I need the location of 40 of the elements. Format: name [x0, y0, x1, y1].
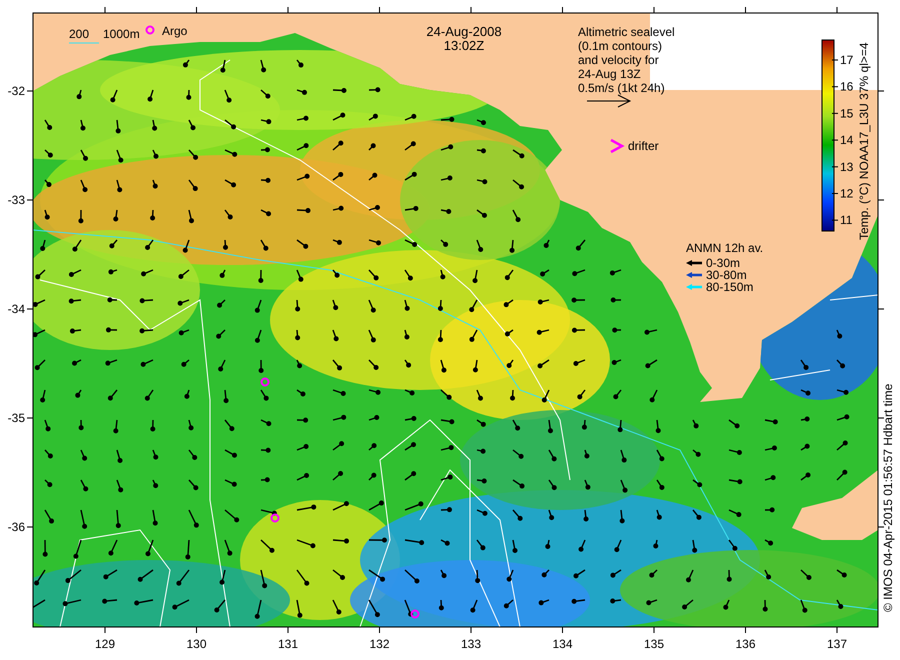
x-axis-label: 137 — [826, 637, 848, 651]
colorbar-label: 16 — [840, 80, 854, 94]
y-axis-label: -36 — [8, 520, 25, 534]
x-axis-label: 130 — [186, 637, 207, 651]
argo-float-icon — [410, 610, 420, 618]
drifter-icon — [610, 138, 625, 154]
y-axis-label: -34 — [8, 302, 25, 316]
x-axis-label: 134 — [552, 637, 573, 651]
argo-float-icon — [260, 378, 270, 386]
y-axis-label: -33 — [8, 193, 25, 207]
anmn-legend-title: ANMN 12h av. — [686, 241, 764, 255]
depth-label: 200 — [69, 27, 90, 41]
depth-range-label: 80-150m — [706, 280, 754, 294]
y-axis-label: -35 — [8, 411, 25, 425]
colorbar-label: 15 — [840, 106, 854, 120]
x-axis-label: 133 — [460, 637, 482, 651]
x-axis-label: 131 — [278, 637, 298, 651]
depth-range-label: 0-30m — [706, 256, 740, 270]
map-time: 13:02Z — [444, 38, 484, 53]
x-axis-label: 136 — [735, 637, 756, 651]
y-axis-label: -32 — [8, 84, 25, 98]
argo-float-icon — [270, 514, 280, 522]
x-axis-label: 135 — [644, 637, 664, 651]
argo-float-icon — [146, 26, 154, 34]
colorbar-label: 11 — [840, 213, 852, 228]
depth-label: 1000m — [103, 27, 140, 41]
colorbar-label: 13 — [840, 160, 854, 174]
velocity-scale-arrow — [586, 94, 632, 108]
altimetry-note: Altimetric sealevel (0.1m contours) and velocity for 24-Aug 13Z 0.5m/s (1kt 24h) — [578, 25, 675, 95]
x-axis-label: 129 — [94, 637, 116, 651]
depth-range-label: 30-80m — [706, 268, 747, 282]
argo-label: Argo — [162, 24, 188, 38]
drifter-label: drifter — [628, 139, 659, 153]
colorbar-label: 12 — [840, 186, 854, 200]
x-axis-label: 132 — [369, 637, 390, 651]
colorbar-label: 14 — [840, 133, 854, 148]
credit-text: © IMOS 04-Apr-2015 01:56:57 Hdbart time — [881, 384, 895, 612]
map-date: 24-Aug-2008 — [426, 24, 502, 39]
colorbar-label: 17 — [840, 53, 854, 67]
colorbar-title: Temp. (°C) NOAA17_L3U 37% ql>=4 — [857, 42, 871, 240]
